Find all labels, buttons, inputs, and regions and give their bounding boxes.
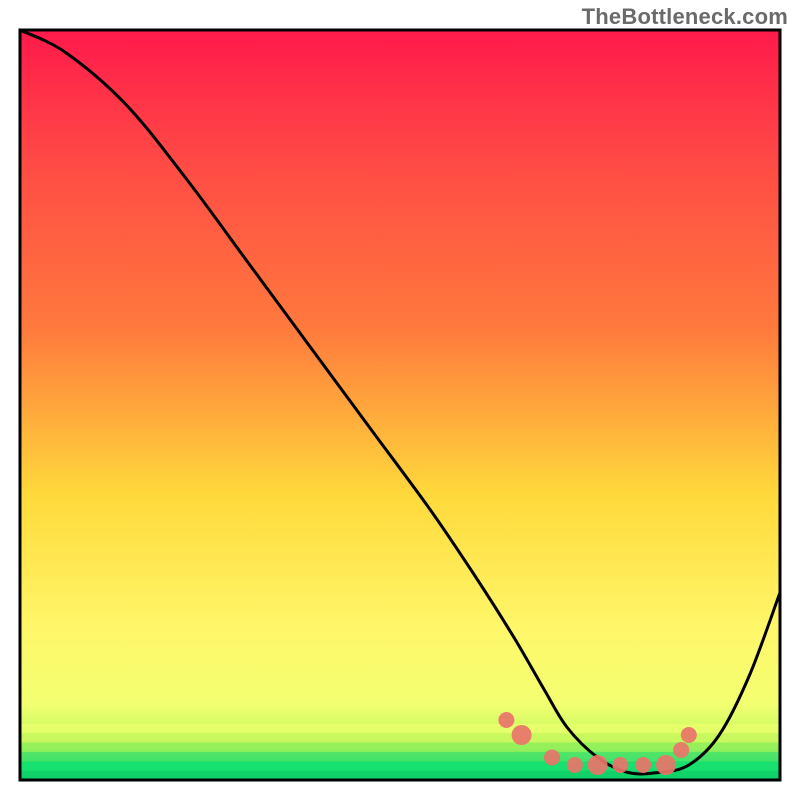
- trough-dot: [612, 757, 628, 773]
- trough-dot: [588, 755, 608, 775]
- trough-dot: [681, 727, 697, 743]
- trough-dot: [635, 757, 651, 773]
- chart-container: TheBottleneck.com: [0, 0, 800, 800]
- trough-dot: [498, 712, 514, 728]
- trough-dot: [673, 742, 689, 758]
- gradient-background: [20, 30, 780, 780]
- watermark-label: TheBottleneck.com: [582, 4, 788, 30]
- trough-dot: [512, 725, 532, 745]
- trough-dot: [656, 755, 676, 775]
- trough-dot: [544, 750, 560, 766]
- bottleneck-chart: [0, 0, 800, 800]
- trough-dot: [567, 757, 583, 773]
